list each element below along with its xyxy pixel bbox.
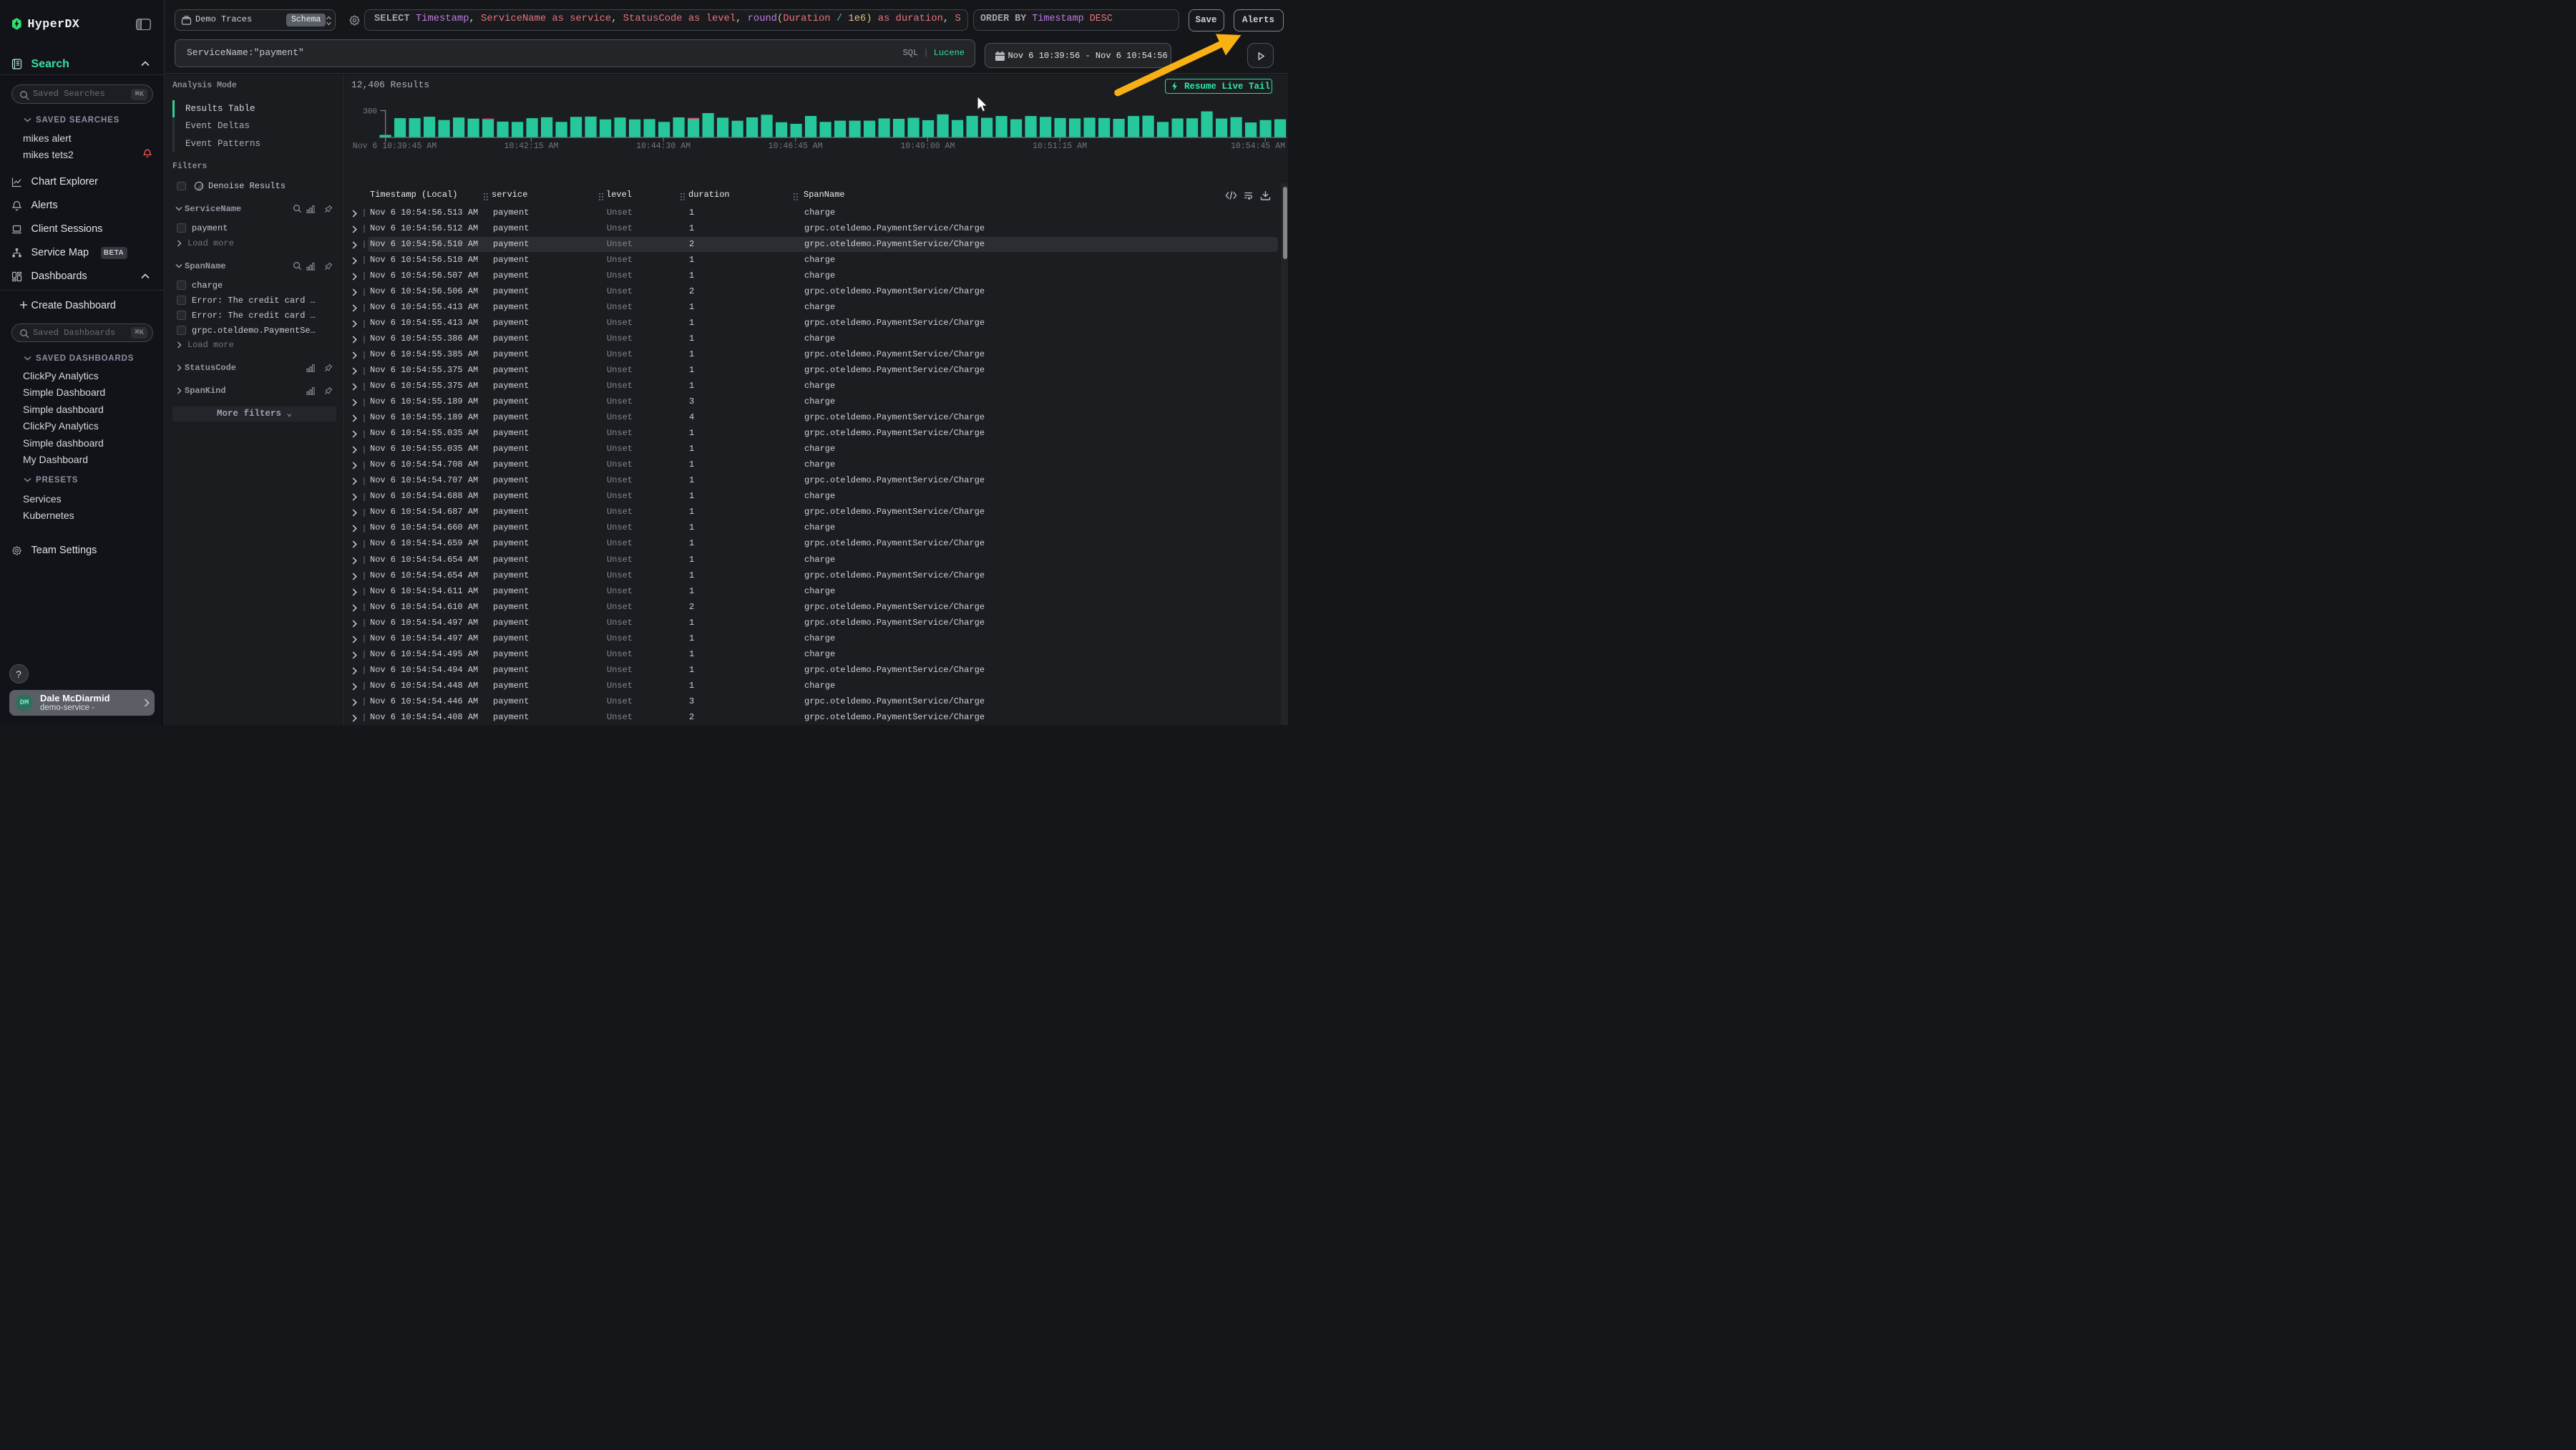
svg-text:10:51:15 AM: 10:51:15 AM	[1033, 142, 1087, 151]
svg-text:10:54:45 AM: 10:54:45 AM	[1231, 142, 1285, 151]
svg-text:Nov 6 10:39:45 AM: Nov 6 10:39:45 AM	[353, 142, 436, 151]
svg-text:300: 300	[363, 108, 377, 117]
svg-text:10:46:45 AM: 10:46:45 AM	[769, 142, 823, 151]
svg-text:10:44:30 AM: 10:44:30 AM	[636, 142, 691, 151]
svg-text:10:49:00 AM: 10:49:00 AM	[900, 142, 955, 151]
svg-text:10:42:15 AM: 10:42:15 AM	[504, 142, 558, 151]
